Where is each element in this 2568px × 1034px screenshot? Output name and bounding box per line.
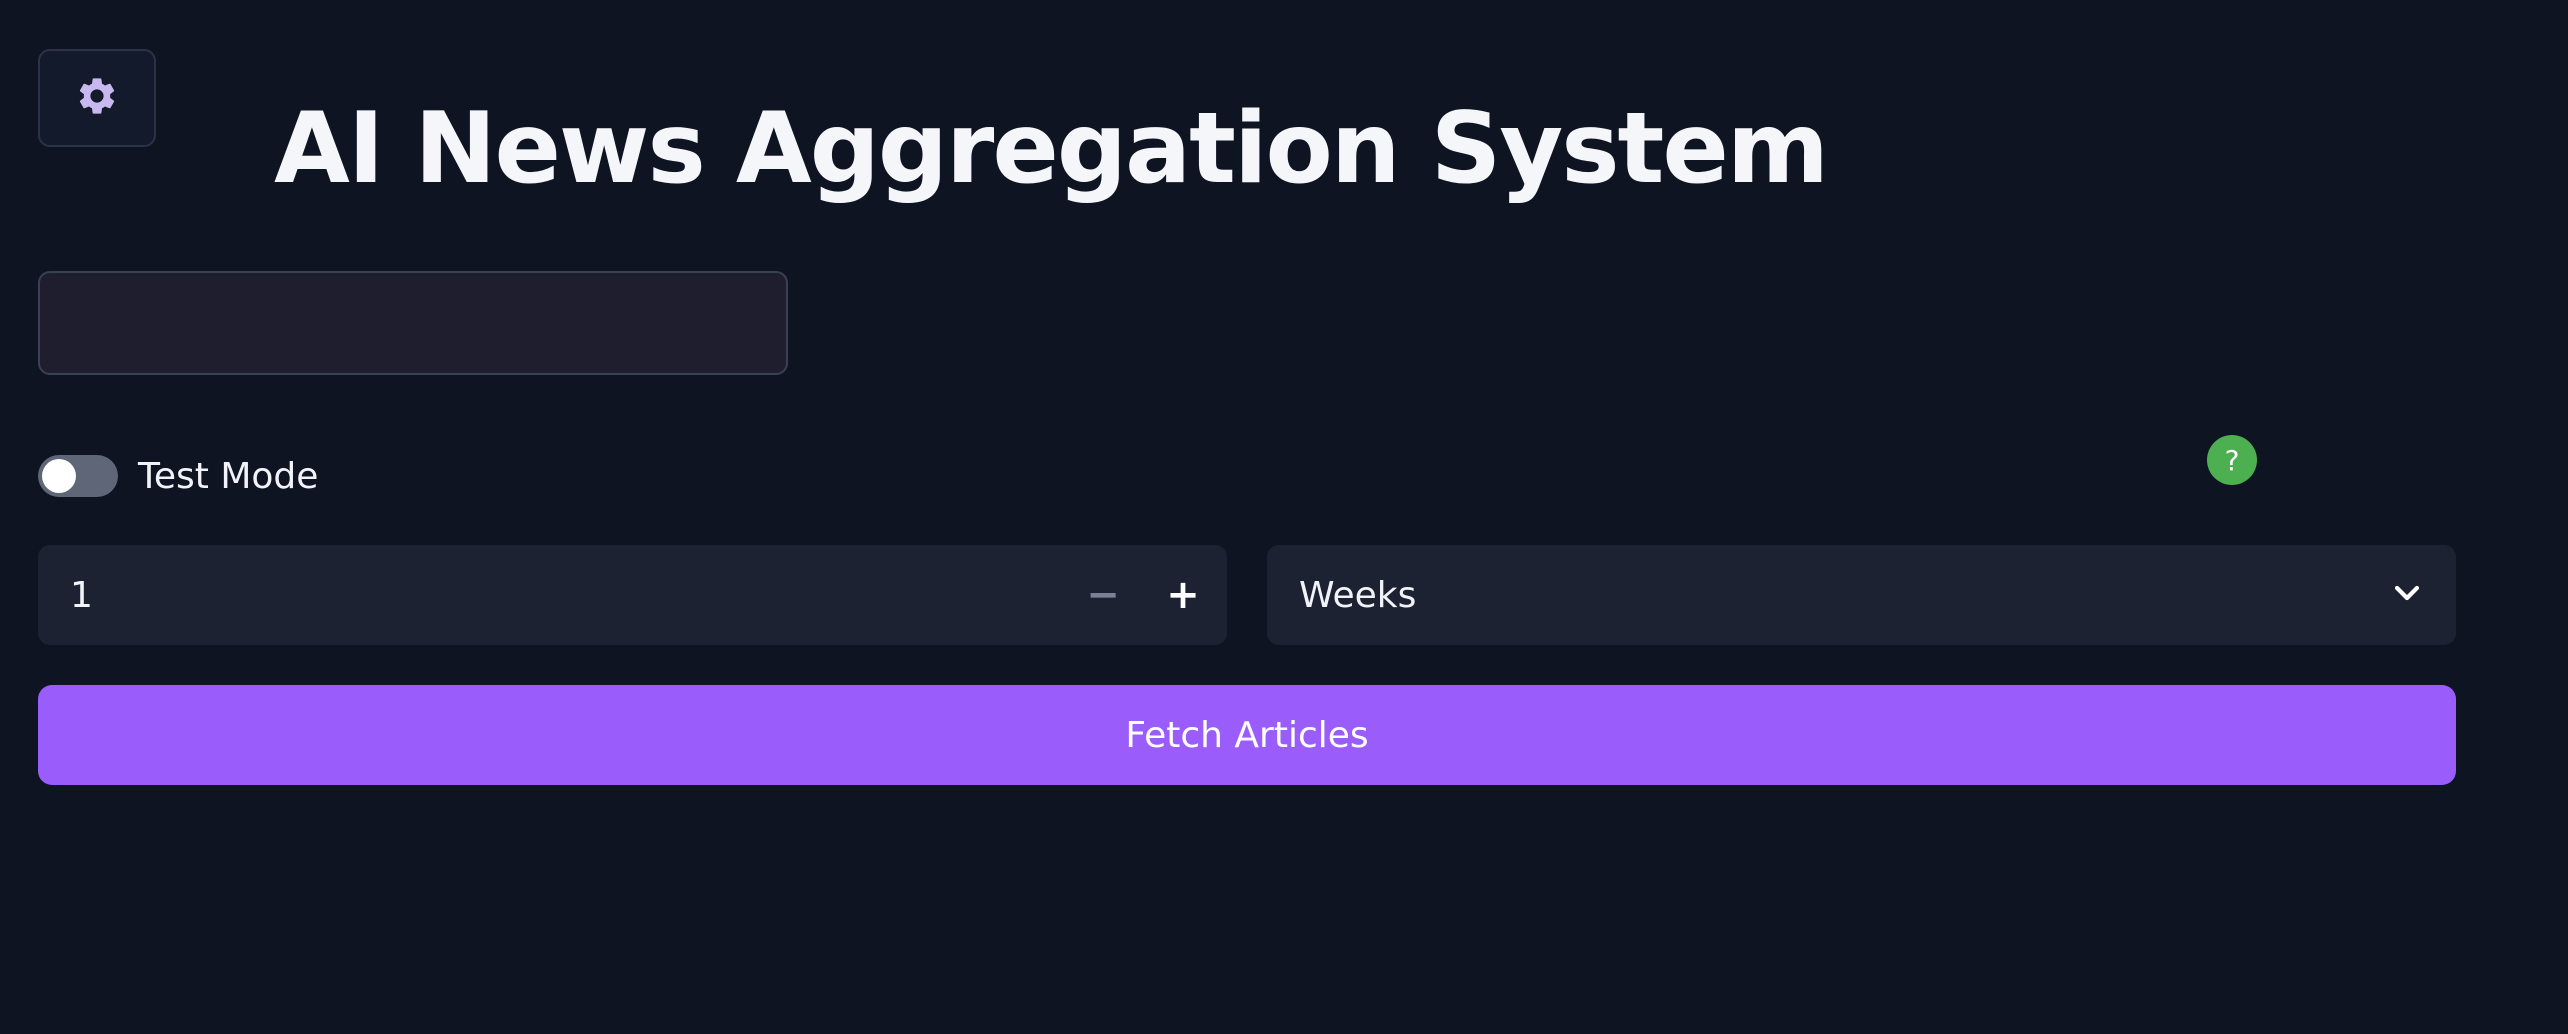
period-unit-select[interactable]: Weeks [1267, 545, 2456, 645]
chevron-down-icon [2390, 576, 2424, 614]
gear-icon [75, 74, 119, 122]
decrement-button[interactable]: − [1063, 545, 1143, 645]
fetch-articles-button[interactable]: Fetch Articles [38, 685, 2456, 785]
period-amount-value[interactable]: 1 [70, 575, 1063, 616]
app-page: AI News Aggregation System Test Mode ? 1… [0, 0, 2568, 1034]
help-glyph: ? [2224, 443, 2240, 477]
settings-button[interactable] [38, 49, 156, 147]
help-icon[interactable]: ? [2207, 435, 2257, 485]
period-unit-value: Weeks [1299, 574, 1417, 616]
text-input[interactable] [38, 271, 788, 375]
test-mode-label: Test Mode [138, 455, 319, 497]
period-amount-input[interactable]: 1 − + [38, 545, 1227, 645]
toggle-knob [42, 459, 76, 493]
test-mode-toggle[interactable] [38, 455, 118, 497]
page-title: AI News Aggregation System [274, 92, 1829, 206]
test-mode-row: Test Mode [38, 451, 318, 501]
increment-button[interactable]: + [1143, 545, 1223, 645]
